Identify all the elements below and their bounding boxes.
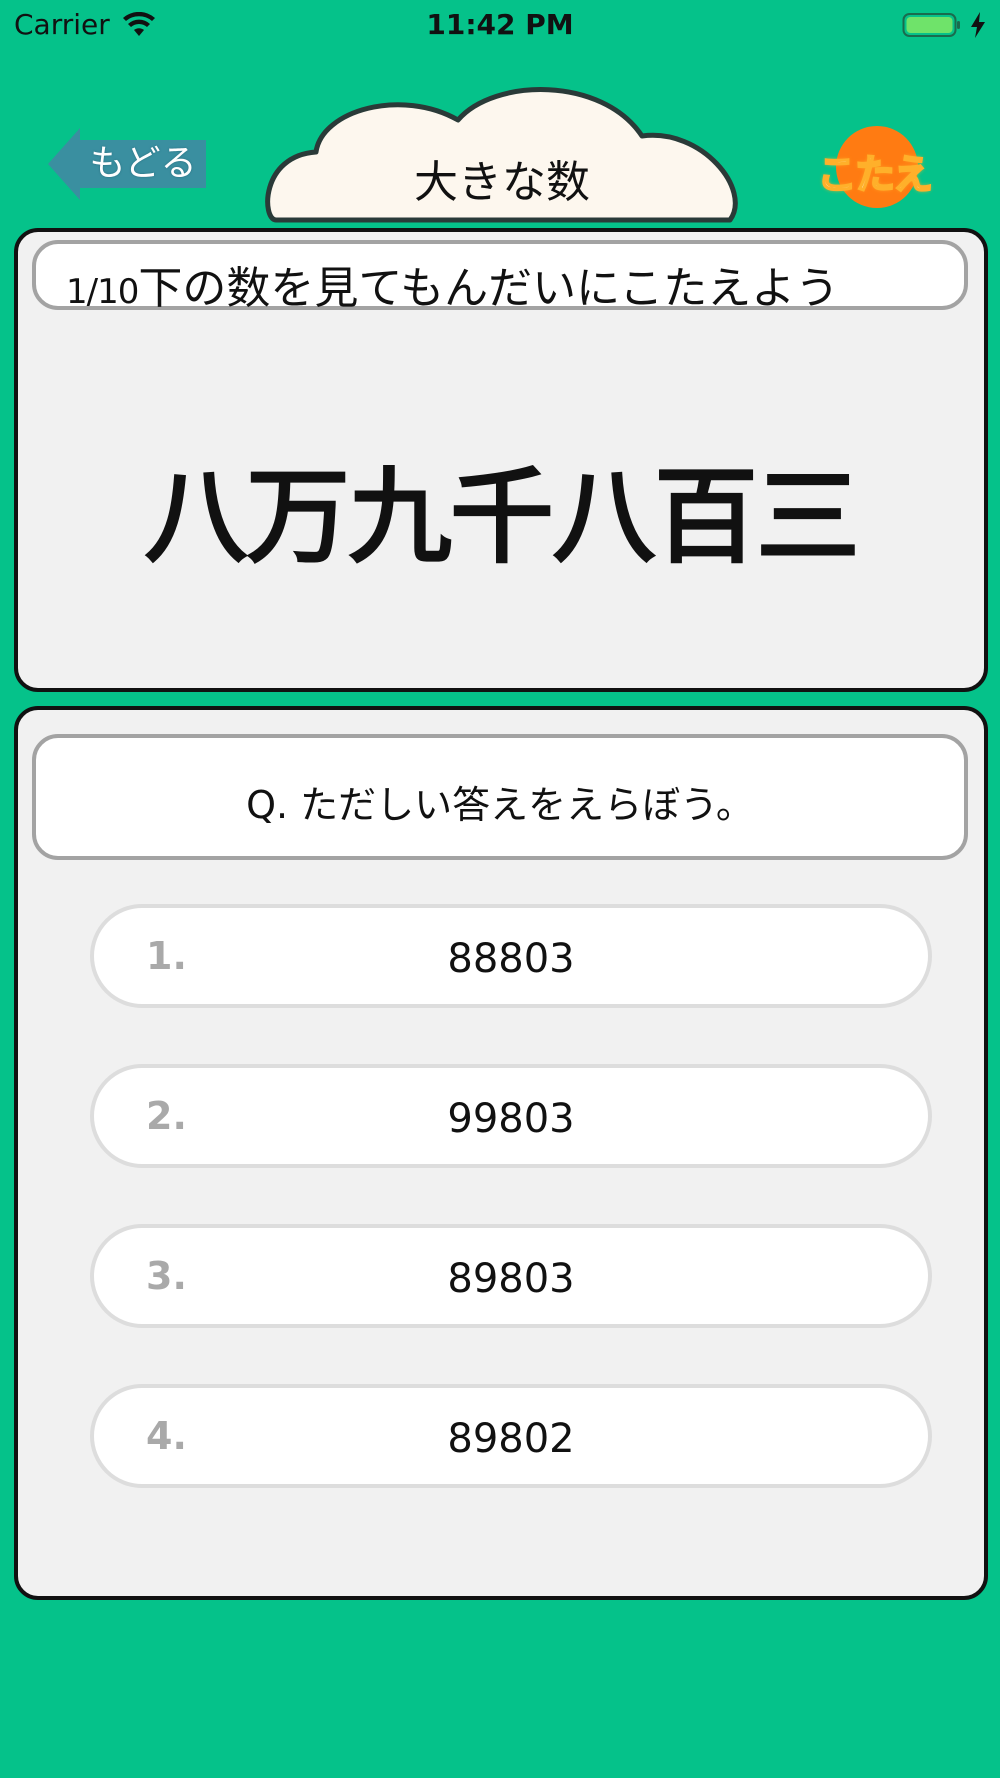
instruction-box: 1/10下の数を見てもんだいにこたえよう (32, 240, 968, 314)
choice-button-2[interactable]: 2. 99803 (90, 1064, 932, 1168)
question-number: 八万九千八百三 (143, 456, 860, 578)
answer-button[interactable]: こたえ (814, 124, 934, 210)
prompt-text: Q. ただしい答えをえらぼう。 (246, 783, 754, 827)
question-counter: 1/10 (66, 272, 139, 312)
back-label: もどる (89, 143, 197, 184)
back-button[interactable]: もどる (48, 128, 208, 200)
page-title: 大きな数 (414, 157, 590, 208)
instruction-label: 下の数を見てもんだいにこたえよう (138, 263, 840, 314)
battery-icon (902, 13, 960, 37)
instruction-text: 1/10下の数を見てもんだいにこたえよう (66, 252, 839, 316)
choice-value: 89802 (447, 1416, 575, 1462)
answer-panel: Q. ただしい答えをえらぼう。 1. 88803 2. 99803 3. 898… (14, 706, 988, 1600)
choice-value: 99803 (447, 1096, 575, 1142)
choice-button-1[interactable]: 1. 88803 (90, 904, 932, 1008)
choice-value: 88803 (447, 936, 575, 982)
choice-value: 89803 (447, 1256, 575, 1302)
status-bar: Carrier 11:42 PM (0, 0, 1000, 50)
title-cloud: 大きな数 (262, 80, 742, 226)
prompt-box: Q. ただしい答えをえらぼう。 (32, 734, 968, 860)
question-panel: 1/10下の数を見てもんだいにこたえよう 八万九千八百三 (14, 228, 988, 692)
choice-button-4[interactable]: 4. 89802 (90, 1384, 932, 1488)
charging-icon (971, 12, 985, 38)
choice-button-3[interactable]: 3. 89803 (90, 1224, 932, 1328)
clock: 11:42 PM (426, 8, 574, 41)
answer-button-label: こたえ (816, 151, 934, 199)
